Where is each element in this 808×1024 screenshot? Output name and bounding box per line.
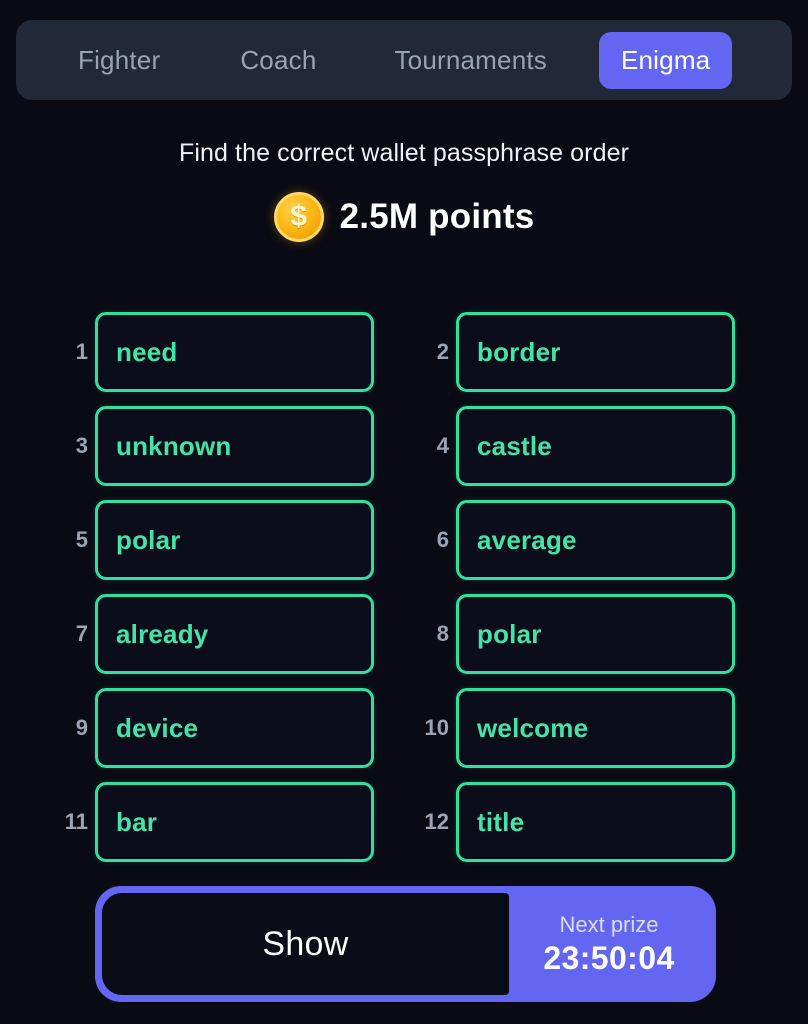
word-index: 9 (75, 715, 88, 740)
word-cell: 4 castle (418, 399, 735, 493)
word-label: title (477, 806, 525, 837)
word-box-9[interactable]: device (95, 688, 374, 768)
coin-dollar-icon: $ (273, 192, 324, 242)
word-label: welcome (477, 712, 589, 743)
word-index: 6 (436, 527, 449, 552)
word-box-10[interactable]: welcome (456, 688, 735, 768)
word-box-2[interactable]: border (456, 312, 735, 392)
tab-enigma[interactable]: Enigma (598, 31, 733, 89)
word-cell: 10 welcome (418, 681, 735, 775)
word-index: 4 (436, 433, 449, 458)
tab-fighter[interactable]: Fighter (56, 32, 182, 89)
coin-dollar-symbol: $ (290, 200, 307, 233)
word-cell: 5 polar (57, 493, 374, 587)
word-index: 12 (424, 809, 449, 834)
word-label: average (477, 524, 577, 555)
word-row: 1 need 2 border (0, 305, 808, 399)
word-label: already (116, 618, 209, 649)
word-label: polar (116, 524, 181, 555)
word-index: 2 (436, 339, 449, 364)
word-index: 7 (75, 621, 88, 646)
next-prize-label: Next prize (559, 911, 659, 937)
word-index: 10 (424, 715, 449, 740)
word-label: bar (116, 806, 158, 837)
word-index: 3 (75, 433, 88, 458)
word-index: 8 (436, 621, 449, 646)
word-label: unknown (116, 430, 232, 461)
word-cell: 2 border (418, 305, 735, 399)
word-cell: 8 polar (418, 587, 735, 681)
word-row: 9 device 10 welcome (0, 681, 808, 775)
bottom-action-bar[interactable]: Show Next prize 23:50:04 (95, 886, 716, 1002)
word-cell: 7 already (57, 587, 374, 681)
word-label: need (116, 336, 178, 367)
tab-tournaments[interactable]: Tournaments (372, 32, 569, 89)
word-index: 1 (75, 339, 88, 364)
word-box-8[interactable]: polar (456, 594, 735, 674)
word-box-11[interactable]: bar (95, 782, 374, 862)
word-label: device (116, 712, 199, 743)
tab-coach[interactable]: Coach (218, 32, 338, 89)
word-label: polar (477, 618, 542, 649)
word-box-5[interactable]: polar (95, 500, 374, 580)
word-cell: 11 bar (57, 775, 374, 869)
word-index: 11 (64, 809, 88, 834)
word-box-3[interactable]: unknown (95, 406, 374, 486)
top-navigation-bar: Fighter Coach Tournaments Enigma (16, 20, 792, 100)
word-cell: 9 device (57, 681, 374, 775)
word-index: 5 (75, 527, 88, 552)
word-row: 11 bar 12 title (0, 775, 808, 869)
next-prize-timer: 23:50:04 (543, 939, 675, 976)
word-box-7[interactable]: already (95, 594, 374, 674)
word-cell: 12 title (418, 775, 735, 869)
word-label: castle (477, 430, 552, 461)
word-row: 5 polar 6 average (0, 493, 808, 587)
points-amount: 2.5M points (339, 197, 535, 236)
points-row: $ 2.5M points (0, 192, 808, 242)
word-box-12[interactable]: title (456, 782, 735, 862)
word-label: border (477, 336, 561, 367)
page-subtitle: Find the correct wallet passphrase order (178, 139, 630, 167)
show-button[interactable]: Show (102, 893, 509, 995)
word-cell: 6 average (418, 493, 735, 587)
word-box-6[interactable]: average (456, 500, 735, 580)
word-cell: 3 unknown (57, 399, 374, 493)
word-row: 7 already 8 polar (0, 587, 808, 681)
show-button-label: Show (262, 924, 349, 963)
word-row: 3 unknown 4 castle (0, 399, 808, 493)
word-box-4[interactable]: castle (456, 406, 735, 486)
word-box-1[interactable]: need (95, 312, 374, 392)
app-screen: Fighter Coach Tournaments Enigma Find th… (0, 0, 808, 1024)
word-cell: 1 need (57, 305, 374, 399)
passphrase-word-grid: 1 need 2 border 3 unknown 4 castle 5 pol… (0, 305, 808, 869)
next-prize-panel[interactable]: Next prize 23:50:04 (509, 893, 709, 995)
